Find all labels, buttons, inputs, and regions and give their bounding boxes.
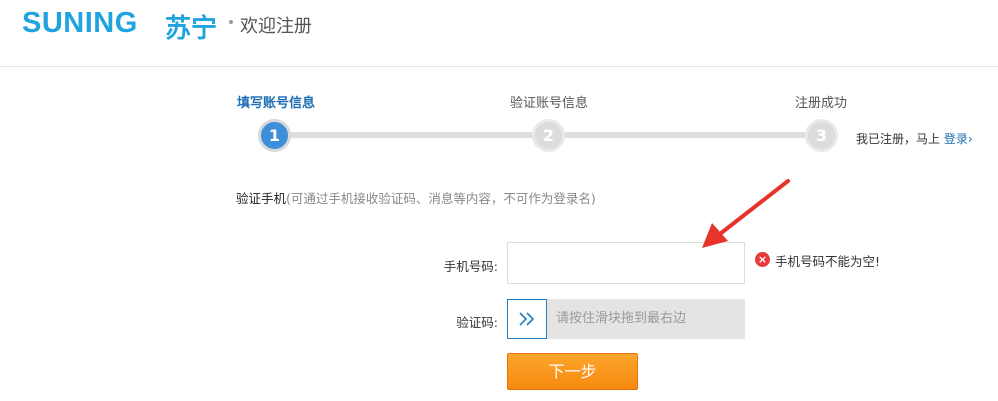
section-note: (可通过手机接收验证码、消息等内容，不可作为登录名) bbox=[286, 191, 596, 206]
step-3-circle: 3 bbox=[805, 119, 838, 152]
step-2-circle: 2 bbox=[532, 119, 565, 152]
step-1-label: 填写账号信息 bbox=[237, 96, 316, 111]
section-title: 验证手机(可通过手机接收验证码、消息等内容，不可作为登录名) bbox=[236, 188, 596, 207]
step-2-number: 2 bbox=[542, 126, 555, 145]
logo-separator-dot bbox=[229, 20, 233, 24]
logo-text[interactable]: SUNING bbox=[22, 7, 138, 40]
logo-chinese[interactable]: 苏宁 bbox=[165, 8, 217, 45]
step-2-label: 验证账号信息 bbox=[510, 96, 589, 111]
step-1-circle: 1 bbox=[258, 119, 291, 152]
page-title: 欢迎注册 bbox=[240, 16, 312, 37]
registration-steps: 填写账号信息 验证账号信息 注册成功 1 2 3 bbox=[230, 92, 890, 162]
annotation-arrow-icon bbox=[702, 179, 790, 248]
login-hint: 我已注册，马上 登录› bbox=[856, 130, 973, 147]
login-link[interactable]: 登录 bbox=[944, 132, 968, 146]
step-3-number: 3 bbox=[815, 126, 828, 145]
captcha-slider[interactable]: 请按住滑块拖到最右边 bbox=[507, 299, 745, 339]
slider-handle[interactable] bbox=[507, 299, 547, 339]
login-hint-text: 我已注册，马上 bbox=[856, 132, 941, 146]
step-3-label: 注册成功 bbox=[795, 96, 848, 111]
captcha-label: 验证码: bbox=[456, 315, 498, 330]
next-step-button[interactable]: 下一步 bbox=[507, 353, 638, 390]
step-1-number: 1 bbox=[268, 126, 281, 145]
phone-label: 手机号码: bbox=[443, 259, 498, 274]
section-title-text: 验证手机 bbox=[236, 191, 287, 206]
chevron-right-icon[interactable]: › bbox=[968, 132, 973, 146]
double-chevron-right-icon bbox=[519, 312, 535, 326]
slider-instruction: 请按住滑块拖到最右边 bbox=[556, 311, 687, 326]
header: SUNING 苏宁 欢迎注册 bbox=[0, 0, 998, 67]
